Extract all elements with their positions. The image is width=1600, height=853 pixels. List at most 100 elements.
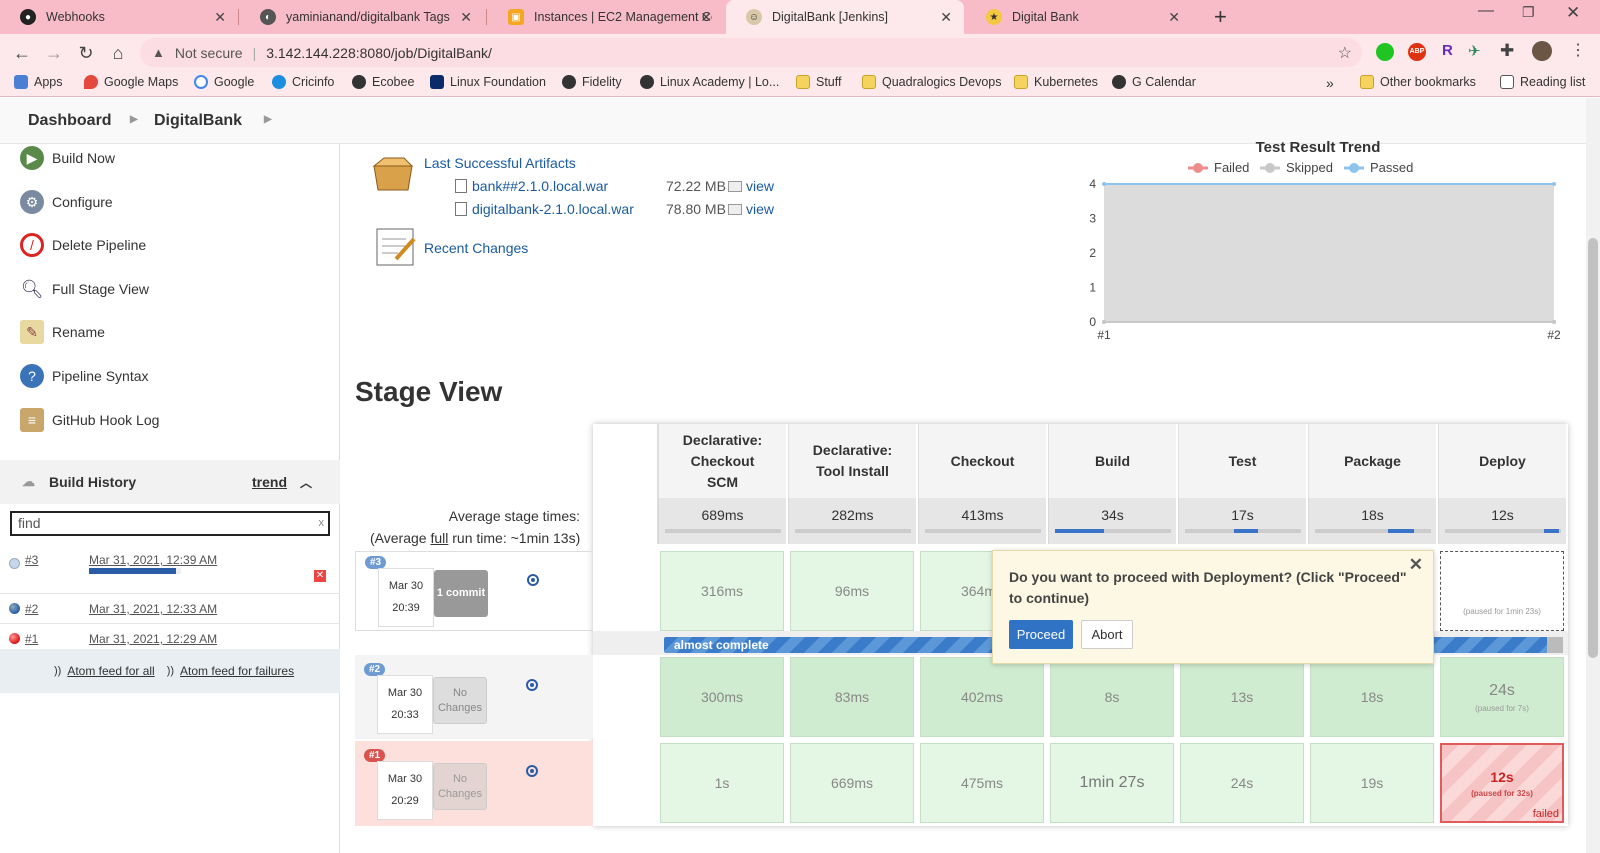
run-logs-icon[interactable] <box>527 574 539 586</box>
stage-cell[interactable]: (paused for 1min 23s) <box>1440 551 1564 631</box>
bookmark-fidelity[interactable]: Fidelity <box>562 75 622 89</box>
bookmarks-overflow-icon[interactable]: » <box>1326 75 1334 91</box>
bookmark-linux-foundation[interactable]: Linux Foundation <box>430 75 546 89</box>
build-date-link[interactable]: Mar 31, 2021, 12:39 AM <box>89 553 217 567</box>
profile-avatar[interactable] <box>1532 41 1552 61</box>
reading-list[interactable]: Reading list <box>1500 75 1585 89</box>
scrollbar-thumb[interactable] <box>1588 238 1598 658</box>
extension-green-icon[interactable] <box>1376 43 1394 61</box>
legend-label[interactable]: Passed <box>1370 160 1413 175</box>
full-link[interactable]: full <box>430 530 448 546</box>
abort-build-icon[interactable]: ✕ <box>314 570 326 582</box>
legend-label[interactable]: Skipped <box>1286 160 1333 175</box>
extension-r-icon[interactable]: R <box>1442 42 1453 59</box>
stage-cell[interactable]: 24s (paused for 7s) <box>1440 657 1564 737</box>
build-date-link[interactable]: Mar 31, 2021, 12:33 AM <box>89 602 217 616</box>
changes-button[interactable]: 1 commit <box>434 570 488 617</box>
tab-digitalbank-jenkins[interactable]: ☺ DigitalBank [Jenkins] ✕ <box>726 0 964 34</box>
stage-cell[interactable]: 402ms <box>920 657 1044 737</box>
extensions-puzzle-icon[interactable]: ✚ <box>1500 41 1514 61</box>
bookmark-kubernetes[interactable]: Kubernetes <box>1014 75 1098 89</box>
close-icon[interactable]: ✕ <box>700 9 712 26</box>
task-full-stage-view[interactable]: 🔍︎ Full Stage View <box>20 277 149 301</box>
stage-cell[interactable]: 19s <box>1310 743 1434 823</box>
artifact-file-link[interactable]: bank##2.1.0.local.war <box>472 178 608 194</box>
stage-cell[interactable]: 13s <box>1180 657 1304 737</box>
breadcrumb-digitalbank[interactable]: DigitalBank <box>154 112 242 130</box>
close-icon[interactable]: ✕ <box>1409 555 1423 575</box>
bookmark-google[interactable]: Google <box>194 75 254 89</box>
build-number-link[interactable]: #2 <box>25 602 38 616</box>
changes-button[interactable]: No Changes <box>433 763 487 810</box>
bookmark-quadralogics-devops[interactable]: Quadralogics Devops <box>862 75 1002 89</box>
stage-cell[interactable]: 669ms <box>790 743 914 823</box>
close-icon[interactable]: ✕ <box>460 9 472 26</box>
run-logs-icon[interactable] <box>526 679 538 691</box>
task-delete-pipeline[interactable]: / Delete Pipeline <box>20 233 146 257</box>
task-build-now[interactable]: ▶ Build Now <box>20 146 115 170</box>
stage-cell[interactable]: 1min 27s <box>1050 743 1174 823</box>
tab-ec2-instances[interactable]: ▣ Instances | EC2 Management Co ✕ <box>488 0 724 34</box>
trend-link[interactable]: trend <box>252 474 287 490</box>
artifact-file-link[interactable]: digitalbank-2.1.0.local.war <box>472 201 634 217</box>
stage-cell[interactable]: 24s <box>1180 743 1304 823</box>
bookmark-linux-academy[interactable]: Linux Academy | Lo... <box>640 75 779 89</box>
stage-cell[interactable]: 83ms <box>790 657 914 737</box>
adblock-icon[interactable]: ABP <box>1408 43 1426 61</box>
bookmark-apps[interactable]: Apps <box>14 75 63 89</box>
minimize-icon[interactable]: — <box>1478 2 1494 20</box>
star-icon[interactable]: ☆ <box>1338 43 1352 63</box>
window-close-icon[interactable]: ✕ <box>1566 3 1580 23</box>
run-logs-icon[interactable] <box>526 765 538 777</box>
url-text[interactable]: 3.142.144.228:8080/job/DigitalBank/ <box>266 45 492 61</box>
stage-cell[interactable]: 316ms <box>660 551 784 631</box>
breadcrumb-dashboard[interactable]: Dashboard <box>28 112 112 130</box>
stage-cell[interactable]: 96ms <box>790 551 914 631</box>
abort-button[interactable]: Abort <box>1081 620 1133 649</box>
changes-button[interactable]: No Changes <box>433 677 487 724</box>
stage-cell[interactable]: 12s (paused for 32s) failed <box>1440 743 1564 823</box>
reload-icon[interactable]: ↻ <box>74 41 98 65</box>
legend-label[interactable]: Failed <box>1214 160 1249 175</box>
restore-icon[interactable]: ❐ <box>1522 4 1535 21</box>
atom-feed-all-link[interactable]: Atom feed for all <box>67 664 154 678</box>
atom-feed-failures-link[interactable]: Atom feed for failures <box>180 664 294 678</box>
forward-icon[interactable]: → <box>42 41 66 65</box>
build-number-link[interactable]: #1 <box>25 632 38 646</box>
recent-changes-link[interactable]: Recent Changes <box>424 240 528 256</box>
last-successful-artifacts-link[interactable]: Last Successful Artifacts <box>424 155 576 171</box>
bookmark-stuff[interactable]: Stuff <box>796 75 841 89</box>
task-rename[interactable]: ✎ Rename <box>20 320 105 344</box>
build-number-link[interactable]: #3 <box>25 553 38 567</box>
stage-cell[interactable]: 475ms <box>920 743 1044 823</box>
bookmark-cricinfo[interactable]: Cricinfo <box>272 75 334 89</box>
tab-webhooks[interactable]: ● Webhooks ✕ <box>0 0 238 34</box>
omnibox[interactable]: ▲ Not secure | 3.142.144.228:8080/job/Di… <box>140 38 1362 67</box>
bookmark-other[interactable]: Other bookmarks <box>1360 75 1476 89</box>
artifact-view-link[interactable]: view <box>746 178 774 194</box>
extension-bird-icon[interactable]: ✈ <box>1468 42 1481 60</box>
tab-digital-bank[interactable]: ★ Digital Bank ✕ <box>966 0 1192 34</box>
proceed-button[interactable]: Proceed <box>1009 620 1073 649</box>
clear-icon[interactable]: x <box>319 513 325 534</box>
page-scrollbar[interactable] <box>1586 98 1600 853</box>
task-configure[interactable]: ⚙ Configure <box>20 190 113 214</box>
back-icon[interactable]: ← <box>10 41 34 65</box>
bookmark-g-calendar[interactable]: G Calendar <box>1112 75 1196 89</box>
bookmark-google-maps[interactable]: Google Maps <box>84 75 178 89</box>
artifact-view-link[interactable]: view <box>746 201 774 217</box>
tab-digitalbank-tags[interactable]: ◐ yaminianand/digitalbank Tags ✕ <box>240 0 484 34</box>
home-icon[interactable]: ⌂ <box>106 41 130 65</box>
stage-cell[interactable]: 18s <box>1310 657 1434 737</box>
task-pipeline-syntax[interactable]: ? Pipeline Syntax <box>20 364 149 388</box>
stage-cell[interactable]: 1s <box>660 743 784 823</box>
build-date-link[interactable]: Mar 31, 2021, 12:29 AM <box>89 632 217 646</box>
menu-icon[interactable]: ⋮ <box>1570 40 1586 60</box>
task-github-hook-log[interactable]: ≡ GitHub Hook Log <box>20 408 159 432</box>
new-tab-icon[interactable]: + <box>1214 4 1227 30</box>
bookmark-ecobee[interactable]: Ecobee <box>352 75 414 89</box>
close-icon[interactable]: ✕ <box>940 9 952 26</box>
build-search-input[interactable]: find x <box>10 511 330 536</box>
stage-cell[interactable]: 8s <box>1050 657 1174 737</box>
close-icon[interactable]: ✕ <box>1168 9 1180 26</box>
